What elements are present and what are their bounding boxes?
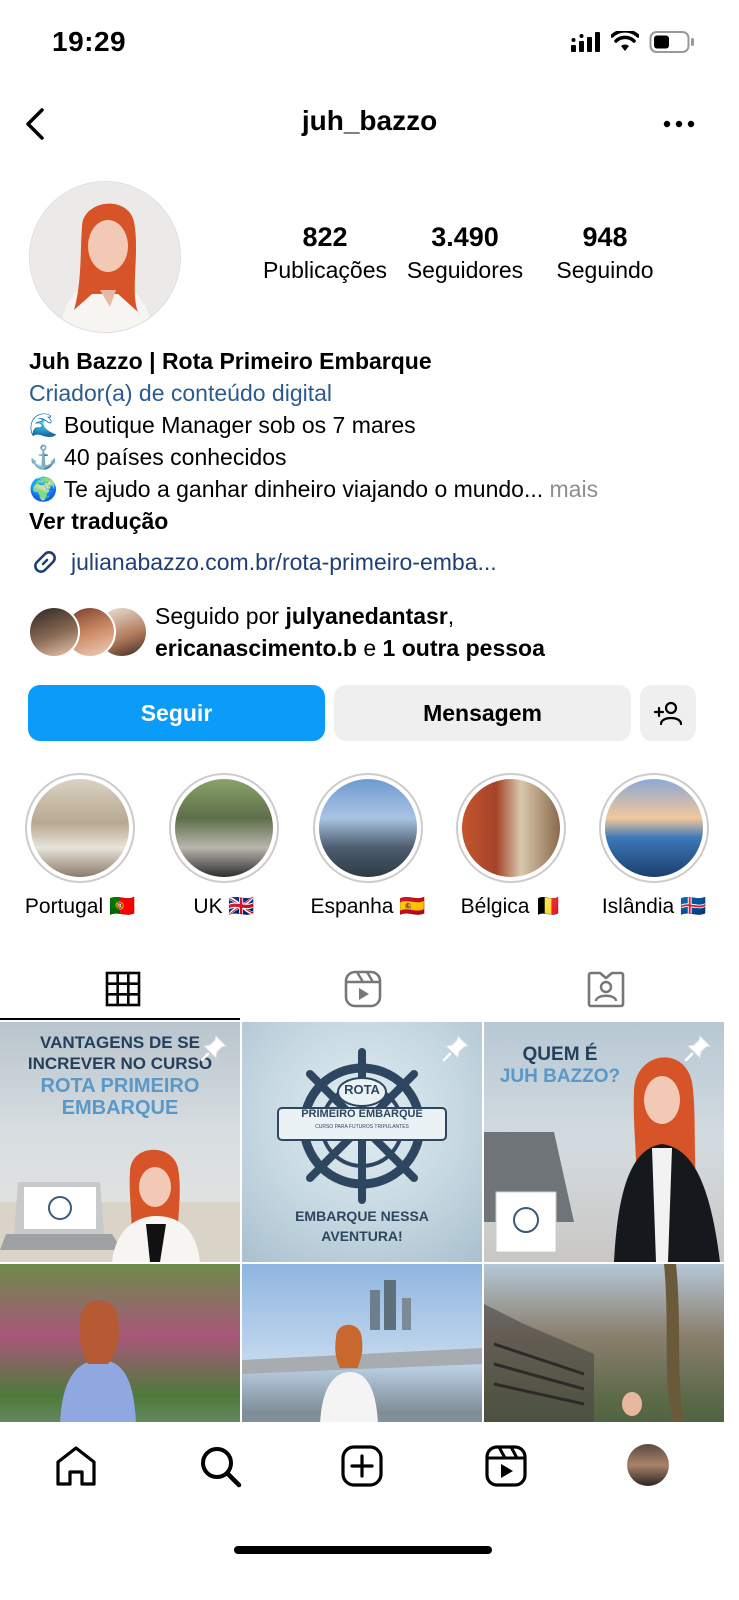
tagged-person-icon <box>587 971 625 1008</box>
following-count[interactable]: 948 Seguindo <box>546 222 664 284</box>
profile-bio: Juh Bazzo | Rota Primeiro Embarque Criad… <box>29 345 719 537</box>
tab-posts-grid[interactable] <box>0 958 246 1020</box>
highlight-islandia[interactable]: Islândia 🇮🇸 <box>598 773 710 919</box>
highlight-belgica[interactable]: Bélgica 🇧🇪 <box>455 773 567 919</box>
profile-display-name: Juh Bazzo | Rota Primeiro Embarque <box>29 348 432 374</box>
highlight-cover <box>319 779 417 877</box>
followers-count-value: 3.490 <box>431 222 499 252</box>
highlight-espanha[interactable]: Espanha 🇪🇸 <box>311 773 425 919</box>
post-4-photo <box>60 1300 136 1424</box>
grid-icon <box>105 971 141 1007</box>
post-2-caption-2: AVENTURA! <box>321 1228 403 1244</box>
create-post-icon[interactable] <box>340 1444 384 1488</box>
posts-count-label: Publicações <box>262 257 388 283</box>
search-icon[interactable] <box>198 1444 242 1488</box>
add-person-icon <box>653 701 683 726</box>
bio-line-3: 🌍 Te ajudo a ganhar dinheiro viajando o … <box>29 476 544 502</box>
followed-by-text[interactable]: Seguido por julyanedantasr, ericanascime… <box>155 600 715 664</box>
mutual-followers-avatars[interactable] <box>28 606 148 658</box>
home-icon[interactable] <box>54 1444 98 1488</box>
highlight-cover <box>175 779 273 877</box>
post-1-illustration <box>0 1149 240 1262</box>
status-icons <box>571 30 695 54</box>
bio-website-text: julianabazzo.com.br/rota-primeiro-emba..… <box>71 548 497 575</box>
bio-line-3-row: 🌍 Te ajudo a ganhar dinheiro viajando o … <box>29 473 719 505</box>
battery-icon <box>649 31 694 53</box>
post-2-badge-3: CURSO PARA FUTUROS TRIPULANTES <box>315 1124 409 1130</box>
post-1-title-4: EMBARQUE <box>61 1097 179 1119</box>
bio-more-link[interactable]: mais <box>550 476 599 502</box>
post-tile-1[interactable]: VANTAGENS DE SE INCREVER NO CURSO ROTA P… <box>0 1022 240 1262</box>
status-time: 19:29 <box>52 26 127 57</box>
profile-username: juh_bazzo <box>301 105 438 136</box>
highlight-ring <box>313 773 423 883</box>
followed-by-prefix: Seguido por <box>155 603 286 629</box>
post-5-photo <box>242 1280 482 1424</box>
profile-category[interactable]: Criador(a) de conteúdo digital <box>29 377 719 409</box>
highlight-cover <box>462 779 560 877</box>
home-indicator <box>234 1546 492 1554</box>
message-button[interactable]: Mensagem <box>334 685 631 741</box>
followed-by-user-2: ericanascimento.b <box>155 635 357 661</box>
bio-website-link[interactable]: julianabazzo.com.br/rota-primeiro-emba..… <box>29 546 497 578</box>
reels-nav-icon[interactable] <box>484 1444 528 1488</box>
highlight-label: UK 🇬🇧 <box>193 895 255 918</box>
followed-by-others: 1 outra pessoa <box>382 635 545 661</box>
tab-tagged[interactable] <box>483 958 729 1020</box>
suggested-accounts-button[interactable] <box>640 685 696 741</box>
highlight-label: Bélgica 🇧🇪 <box>460 895 562 918</box>
highlight-ring <box>456 773 566 883</box>
follow-button[interactable]: Seguir <box>28 685 325 741</box>
post-6-photo <box>484 1264 684 1424</box>
highlight-label: Espanha 🇪🇸 <box>310 895 426 918</box>
bio-line-2: ⚓️ 40 países conhecidos <box>29 444 287 470</box>
highlight-label: Islândia 🇮🇸 <box>601 895 707 918</box>
post-2-caption-1: EMBARQUE NESSA <box>295 1208 429 1224</box>
active-tab-indicator <box>0 1018 240 1020</box>
reels-icon <box>344 970 382 1008</box>
highlight-label: Portugal 🇵🇹 <box>24 895 136 918</box>
pinned-post-icon <box>684 1035 711 1062</box>
followed-by-and: e <box>356 635 383 661</box>
following-count-label: Seguindo <box>556 257 654 283</box>
profile-tab-avatar[interactable] <box>627 1444 669 1486</box>
post-2-badge-2: PRIMEIRO EMBARQUE <box>301 1108 423 1120</box>
highlight-cover <box>605 779 703 877</box>
post-2-badge-1: ROTA <box>344 1082 380 1097</box>
highlight-cover <box>31 779 129 877</box>
posts-count-value: 822 <box>302 222 348 252</box>
link-icon <box>34 551 56 573</box>
post-tile-3[interactable]: QUEM É JUH BAZZO? <box>484 1022 724 1262</box>
followers-count-label: Seguidores <box>406 257 524 283</box>
posts-count[interactable]: 822 Publicações <box>262 222 388 284</box>
profile-avatar[interactable] <box>29 181 181 333</box>
bio-line-1: 🌊 Boutique Manager sob os 7 mares <box>29 412 416 438</box>
highlight-uk[interactable]: UK 🇬🇧 <box>168 773 280 919</box>
post-1-title-3: ROTA PRIMEIRO <box>40 1075 200 1097</box>
see-translation-link[interactable]: Ver tradução <box>29 505 719 537</box>
mutual-avatar-1 <box>28 606 80 658</box>
followers-count[interactable]: 3.490 Seguidores <box>401 222 529 284</box>
following-count-value: 948 <box>582 222 628 252</box>
pinned-post-icon <box>442 1035 469 1062</box>
highlight-ring <box>25 773 135 883</box>
more-options-icon[interactable] <box>659 110 699 138</box>
followed-by-user-1: julyanedantasr <box>285 603 448 629</box>
highlight-portugal[interactable]: Portugal 🇵🇹 <box>24 773 136 919</box>
highlight-ring <box>599 773 709 883</box>
signal-icon <box>571 32 600 52</box>
tab-reels[interactable] <box>240 958 486 1020</box>
wifi-icon <box>611 31 639 51</box>
pinned-post-icon <box>200 1035 227 1062</box>
post-tile-2[interactable]: ROTA PRIMEIRO EMBARQUE CURSO PARA FUTURO… <box>242 1022 482 1262</box>
highlight-ring <box>169 773 279 883</box>
followed-by-comma: , <box>447 603 455 629</box>
